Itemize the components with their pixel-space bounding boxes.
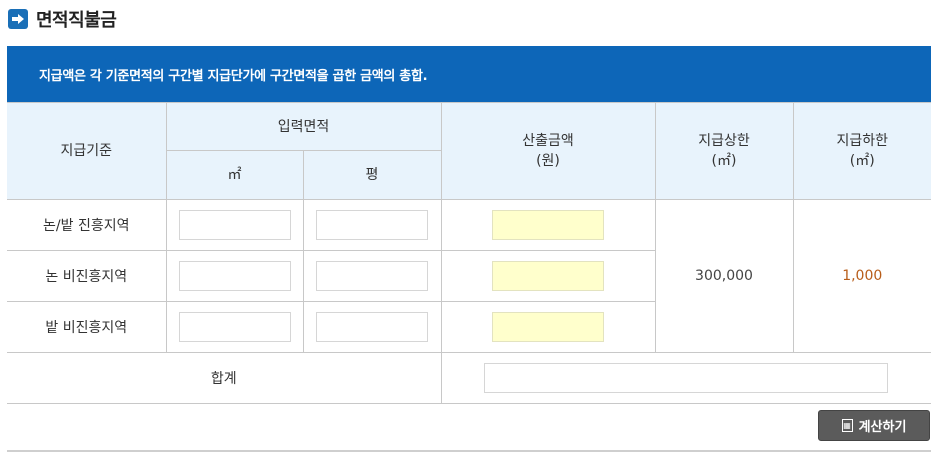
sqm-input[interactable] (178, 261, 291, 291)
amount-output (492, 312, 604, 342)
header-sqm: ㎡ (165, 150, 304, 200)
total-output (483, 363, 888, 393)
pyeong-input[interactable] (316, 312, 428, 342)
sqm-input[interactable] (178, 210, 291, 240)
sqm-input[interactable] (178, 312, 291, 342)
max-value: 300,000 (654, 199, 794, 353)
header-min: 지급하한 (㎡) (792, 102, 931, 200)
pyeong-input[interactable] (316, 210, 428, 240)
page-title-area: 면적직불금 (8, 6, 117, 32)
amount-output (492, 210, 604, 240)
amount-output (492, 261, 604, 291)
header-criteria: 지급기준 (7, 102, 167, 200)
header-max: 지급상한 (㎡) (654, 102, 794, 200)
area-payment-table: 지급기준 입력면적 산출금액 (원) 지급상한 (㎡) 지급하한 (㎡) ㎡ 평 논/… (7, 102, 931, 404)
divider (7, 450, 931, 452)
total-label: 합계 (7, 352, 442, 404)
calculate-button[interactable]: ▦ 계산하기 (818, 410, 930, 441)
header-input-area: 입력면적 (165, 102, 442, 151)
calculate-button-label: 계산하기 (858, 420, 907, 435)
pyeong-input[interactable] (316, 261, 428, 291)
header-pyeong: 평 (302, 150, 442, 200)
header-amount: 산출금액 (원) (440, 102, 656, 200)
info-banner: 지급액은 각 기준면적의 구간별 지급단가에 구간면적을 곱한 금액의 총합. (7, 46, 931, 102)
page-title: 면적직불금 (36, 10, 117, 31)
total-row: 합계 (7, 352, 931, 404)
min-value: 1,000 (792, 199, 931, 353)
row-label: 논 비진흥지역 (7, 250, 167, 302)
row-label: 밭 비진흥지역 (7, 301, 167, 353)
arrow-right-icon (8, 9, 28, 29)
table-row: 논/밭 진흥지역 300,000 1,000 (7, 199, 931, 353)
calculator-icon: ▦ (841, 419, 853, 432)
row-label: 논/밭 진흥지역 (7, 199, 167, 251)
